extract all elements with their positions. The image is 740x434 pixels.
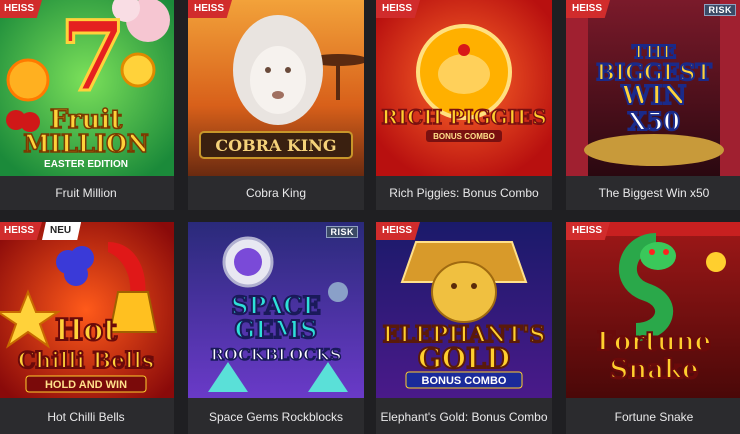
- game-title[interactable]: Fortune Snake: [566, 400, 740, 434]
- game-card-hot-chilli-bells[interactable]: Hot Chilli Bells HOLD AND WIN HEISS NEU …: [0, 222, 174, 434]
- hot-badge: HEISS: [566, 0, 611, 18]
- svg-text:COBRA KING: COBRA KING: [215, 136, 336, 155]
- svg-text:RICH PIGGIES: RICH PIGGIES: [381, 105, 546, 129]
- svg-text:X50: X50: [628, 107, 680, 136]
- svg-text:ROCKBLOCKS: ROCKBLOCKS: [211, 345, 342, 364]
- risk-badge: RISK: [704, 4, 736, 16]
- svg-text:Hot: Hot: [55, 313, 117, 348]
- hot-badge: HEISS: [0, 0, 43, 18]
- game-grid: 7 Fruit MILLION EASTER EDITION HEISS Fru…: [0, 0, 740, 434]
- hot-badge: HEISS: [188, 0, 233, 18]
- game-thumbnail[interactable]: ELEPHANT'S GOLD BONUS COMBO: [376, 222, 552, 398]
- game-card-fortune-snake[interactable]: Fortune Snake HEISS Fortune Snake: [566, 222, 740, 434]
- game-thumbnail[interactable]: 7 Fruit MILLION EASTER EDITION: [0, 0, 174, 176]
- game-thumbnail[interactable]: THE BIGGEST WIN X50: [566, 0, 740, 176]
- game-title[interactable]: Hot Chilli Bells: [0, 400, 174, 434]
- hot-badge: HEISS: [376, 222, 421, 240]
- svg-text:GOLD: GOLD: [418, 342, 510, 375]
- svg-text:Fortune: Fortune: [597, 327, 711, 357]
- game-thumbnail[interactable]: SPACE GEMS ROCKBLOCKS: [188, 222, 364, 398]
- game-card-cobra-king[interactable]: COBRA KING HEISS Cobra King: [188, 0, 364, 210]
- game-card-fruit-million[interactable]: 7 Fruit MILLION EASTER EDITION HEISS Fru…: [0, 0, 174, 210]
- svg-text:Snake: Snake: [609, 355, 698, 385]
- game-thumbnail[interactable]: COBRA KING: [188, 0, 364, 176]
- game-thumbnail[interactable]: RICH PIGGIES BONUS COMBO: [376, 0, 552, 176]
- game-title[interactable]: Rich Piggies: Bonus Combo: [376, 176, 552, 210]
- svg-text:Chilli Bells: Chilli Bells: [18, 348, 154, 374]
- svg-text:EASTER EDITION: EASTER EDITION: [44, 159, 128, 170]
- game-card-biggest-win[interactable]: THE BIGGEST WIN X50 HEISS RISK The Bigge…: [566, 0, 740, 210]
- svg-text:GEMS: GEMS: [235, 315, 318, 344]
- new-badge: NEU: [42, 222, 82, 240]
- game-card-space-gems[interactable]: SPACE GEMS ROCKBLOCKS RISK Space Gems Ro…: [188, 222, 364, 434]
- svg-text:HOLD AND WIN: HOLD AND WIN: [45, 379, 127, 391]
- game-card-rich-piggies[interactable]: RICH PIGGIES BONUS COMBO HEISS Rich Pigg…: [376, 0, 552, 210]
- svg-text:BONUS COMBO: BONUS COMBO: [433, 132, 495, 141]
- svg-text:7: 7: [60, 0, 127, 113]
- svg-text:BONUS COMBO: BONUS COMBO: [422, 375, 507, 387]
- game-title[interactable]: Cobra King: [188, 176, 364, 210]
- game-title[interactable]: Space Gems Rockblocks: [188, 400, 364, 434]
- risk-badge: RISK: [326, 226, 358, 238]
- game-title[interactable]: The Biggest Win x50: [566, 176, 740, 210]
- hot-badge: HEISS: [0, 222, 43, 240]
- game-thumbnail[interactable]: Hot Chilli Bells HOLD AND WIN: [0, 222, 174, 398]
- game-title[interactable]: Elephant's Gold: Bonus Combo: [376, 400, 552, 434]
- hot-badge: HEISS: [376, 0, 421, 18]
- game-title[interactable]: Fruit Million: [0, 176, 174, 210]
- game-card-elephants-gold[interactable]: ELEPHANT'S GOLD BONUS COMBO HEISS Elepha…: [376, 222, 552, 434]
- game-thumbnail[interactable]: Fortune Snake: [566, 222, 740, 398]
- svg-text:MILLION: MILLION: [23, 129, 149, 158]
- hot-badge: HEISS: [566, 222, 611, 240]
